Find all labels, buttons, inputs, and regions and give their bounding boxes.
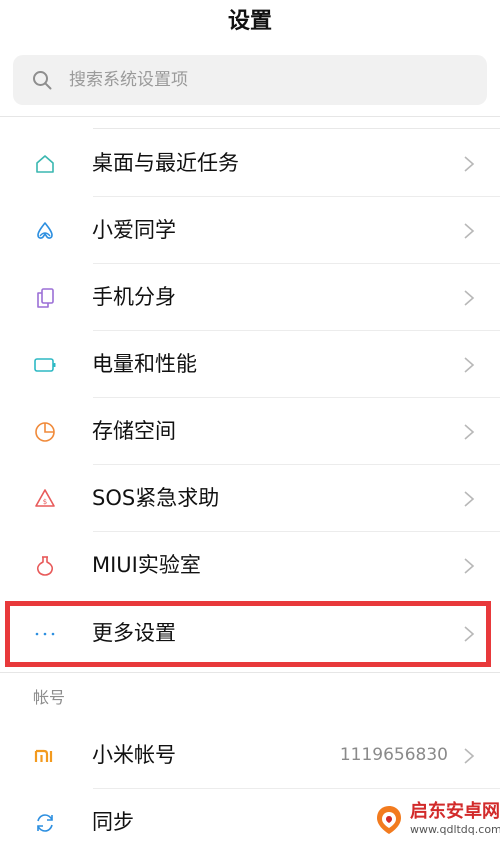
- page-title: 设置: [227, 9, 272, 34]
- settings-item-label: 同步: [92, 810, 134, 834]
- settings-item-label: 小米帐号: [92, 743, 176, 767]
- settings-item-battery[interactable]: 电量和性能: [0, 331, 500, 398]
- search-icon: [33, 71, 52, 90]
- chevron-right-icon: [464, 558, 475, 574]
- settings-item-label: MIUI实验室: [92, 553, 201, 577]
- watermark-url: www.qdltdq.com: [410, 823, 500, 836]
- chevron-right-icon: [464, 156, 475, 172]
- settings-item-label: SOS紧急求助: [92, 486, 220, 510]
- pie-chart-icon: [35, 422, 55, 442]
- chevron-right-icon: [464, 626, 475, 642]
- sync-icon: [37, 814, 53, 832]
- flask-icon: [36, 556, 54, 576]
- home-icon: [36, 155, 54, 173]
- divider: [0, 116, 500, 117]
- settings-item-label: 电量和性能: [92, 352, 197, 376]
- watermark: 启东安卓网 www.qdltdq.com: [370, 799, 500, 843]
- settings-item-label: 存储空间: [92, 419, 176, 443]
- settings-item-label: 更多设置: [92, 621, 176, 645]
- settings-item-second-space[interactable]: 手机分身: [0, 264, 500, 331]
- sos-icon: $: [35, 489, 55, 507]
- settings-item-more-settings[interactable]: 更多设置: [0, 600, 500, 667]
- section-header-account: 帐号: [33, 688, 66, 707]
- settings-screen: 设置 桌面与最近任务 小爱同学: [0, 0, 500, 843]
- watermark-logo-icon: [377, 806, 401, 834]
- search-input[interactable]: [69, 55, 469, 105]
- settings-item-label: 桌面与最近任务: [92, 151, 239, 175]
- more-dots-icon: [35, 632, 55, 636]
- settings-item-mi-account[interactable]: 小米帐号 1119656830: [0, 722, 500, 789]
- chevron-right-icon: [464, 424, 475, 440]
- settings-item-xiaoai[interactable]: 小爱同学: [0, 197, 500, 264]
- chevron-right-icon: [464, 748, 475, 764]
- svg-text:$: $: [43, 498, 47, 506]
- account-id-value: 1119656830: [339, 745, 448, 765]
- watermark-name: 启东安卓网: [410, 801, 500, 822]
- mi-logo-icon: [34, 749, 53, 762]
- settings-item-miui-lab[interactable]: MIUI实验室: [0, 532, 500, 599]
- settings-item-sos[interactable]: $ SOS紧急求助: [0, 465, 500, 532]
- xiaoai-icon: [37, 222, 53, 239]
- battery-icon: [34, 358, 56, 372]
- settings-item-label: 小爱同学: [92, 218, 176, 242]
- settings-item-label: 手机分身: [92, 285, 176, 309]
- chevron-right-icon: [464, 223, 475, 239]
- chevron-right-icon: [464, 357, 475, 373]
- settings-item-home-screen[interactable]: 桌面与最近任务: [0, 130, 500, 197]
- search-bar[interactable]: [13, 55, 487, 105]
- chevron-right-icon: [464, 290, 475, 306]
- divider: [93, 128, 500, 129]
- divider: [0, 672, 500, 673]
- chevron-right-icon: [464, 491, 475, 507]
- settings-item-storage[interactable]: 存储空间: [0, 398, 500, 465]
- clone-icon: [37, 288, 54, 308]
